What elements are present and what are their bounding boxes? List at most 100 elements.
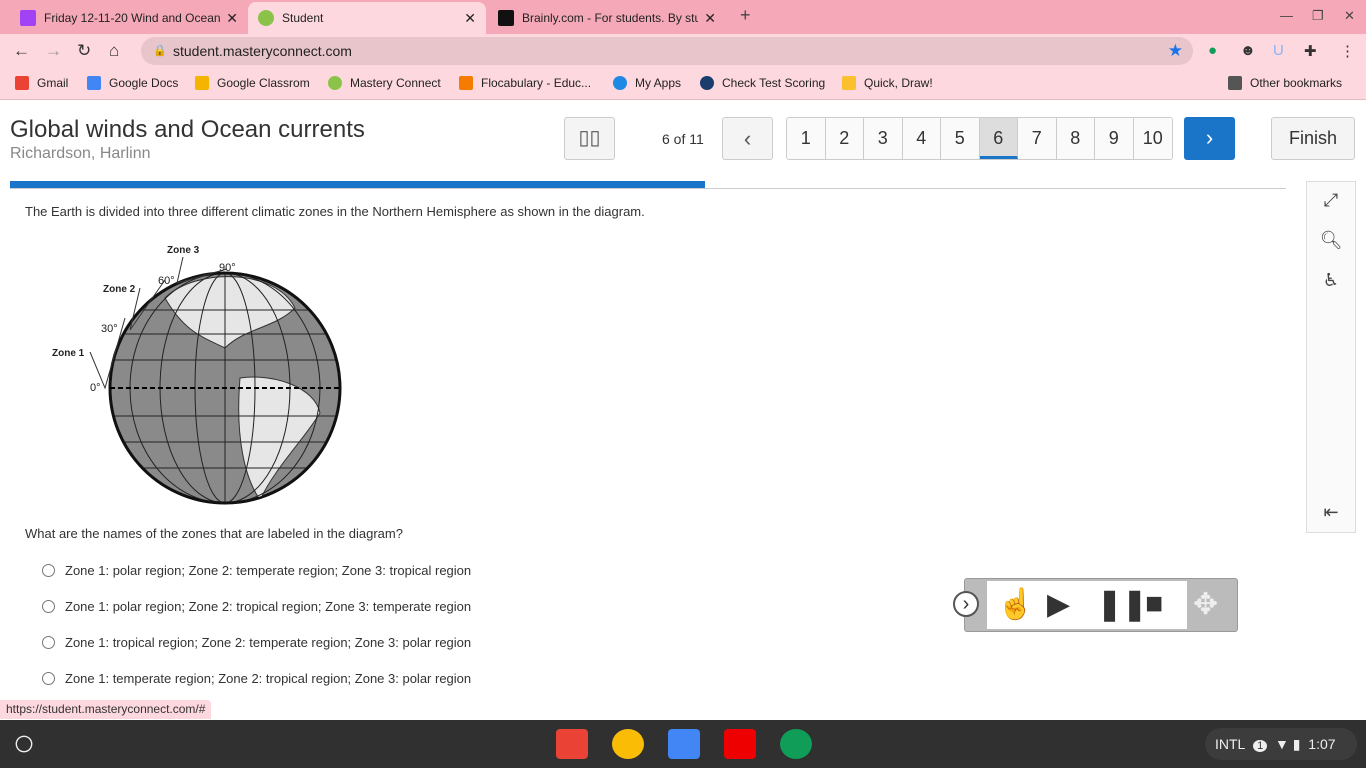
answer-option-4[interactable]: Zone 1: temperate region; Zone 2: tropic… bbox=[42, 671, 471, 686]
finish-button[interactable]: Finish bbox=[1271, 117, 1355, 160]
zone3-label: Zone 3 bbox=[167, 245, 200, 256]
page-button-8[interactable]: 8 bbox=[1056, 118, 1095, 159]
my-apps-icon bbox=[613, 76, 627, 90]
classroom-icon bbox=[20, 10, 36, 26]
restore-button[interactable]: ❐ bbox=[1312, 8, 1324, 24]
hangouts-app-icon[interactable] bbox=[780, 729, 812, 759]
question-intro: The Earth is divided into three differen… bbox=[25, 204, 645, 219]
check-icon bbox=[700, 76, 714, 90]
home-button[interactable]: ⌂ bbox=[109, 41, 119, 61]
other-bookmarks[interactable]: Other bookmarks bbox=[1228, 76, 1342, 90]
browser-toolbar: ← → ↻ ⌂ 🔒 student.masteryconnect.com ★ ● ☻… bbox=[0, 34, 1366, 68]
degree-0-label: 0° bbox=[90, 382, 101, 394]
play-icon[interactable]: ▶ bbox=[1047, 587, 1070, 622]
bookmark-mastery-connect[interactable]: Mastery Connect bbox=[328, 76, 441, 90]
page-button-4[interactable]: 4 bbox=[902, 118, 941, 159]
menu-icon[interactable]: ⋮ bbox=[1340, 42, 1355, 60]
page-button-2[interactable]: 2 bbox=[825, 118, 864, 159]
battery-icon: ▮ bbox=[1292, 736, 1301, 752]
bookmark-my-apps[interactable]: My Apps bbox=[613, 76, 681, 90]
pause-button[interactable]: ▯▯ bbox=[564, 117, 615, 160]
page-button-5[interactable]: 5 bbox=[941, 118, 980, 159]
reload-button[interactable]: ↻ bbox=[77, 41, 91, 61]
page-button-6[interactable]: 6 bbox=[979, 118, 1018, 159]
tab-brainly[interactable]: Brainly.com - For students. By students.… bbox=[488, 2, 726, 34]
accessibility-icon[interactable]: ♿︎ bbox=[1307, 270, 1355, 291]
system-tray[interactable]: INTL 1 ▼ ▮ 1:07 bbox=[1205, 728, 1357, 760]
progress-fill bbox=[10, 181, 706, 188]
text-to-speech-toolbar: › ☝ ▶ ❚❚ ■ ✥ bbox=[953, 578, 1238, 632]
collapse-icon[interactable]: ⇤ bbox=[1307, 502, 1355, 523]
gmail-app-icon[interactable] bbox=[556, 729, 588, 759]
next-button[interactable]: › bbox=[1184, 117, 1235, 160]
extensions-puzzle-icon[interactable]: ✚ bbox=[1304, 42, 1317, 60]
option-label: Zone 1: polar region; Zone 2: tropical r… bbox=[65, 599, 472, 614]
docs-app-icon[interactable] bbox=[668, 729, 700, 759]
close-icon[interactable]: ✕ bbox=[704, 10, 716, 27]
collapse-chevron-icon[interactable]: › bbox=[953, 591, 979, 617]
answer-option-1[interactable]: Zone 1: polar region; Zone 2: temperate … bbox=[42, 563, 471, 578]
chrome-app-icon[interactable] bbox=[612, 729, 644, 759]
close-window-button[interactable]: ✕ bbox=[1344, 8, 1355, 24]
launcher-button[interactable] bbox=[15, 735, 33, 753]
extension-clip-icon[interactable]: U bbox=[1273, 42, 1284, 59]
minimize-button[interactable]: — bbox=[1280, 8, 1293, 23]
bookmark-label: Check Test Scoring bbox=[722, 76, 826, 90]
radio-button[interactable] bbox=[42, 600, 55, 613]
page-navigation: 1 2 3 4 5 6 7 8 9 10 bbox=[786, 117, 1173, 160]
brainly-icon bbox=[498, 10, 514, 26]
page-button-3[interactable]: 3 bbox=[864, 118, 903, 159]
lock-icon: 🔒 bbox=[153, 45, 167, 57]
status-url: https://student.masteryconnect.com/# bbox=[0, 700, 212, 719]
docs-icon bbox=[87, 76, 101, 90]
bookmark-google-classroom[interactable]: Google Classrom bbox=[195, 76, 310, 90]
page-button-1[interactable]: 1 bbox=[787, 118, 826, 159]
tab-classroom[interactable]: Friday 12-11-20 Wind and Ocean ✕ bbox=[10, 2, 248, 34]
youtube-app-icon[interactable] bbox=[724, 729, 756, 759]
tab-title: Friday 12-11-20 Wind and Ocean bbox=[44, 11, 221, 25]
forward-button[interactable]: → bbox=[45, 41, 62, 61]
question-prompt: What are the names of the zones that are… bbox=[25, 526, 403, 541]
radio-button[interactable] bbox=[42, 636, 55, 649]
page-button-9[interactable]: 9 bbox=[1095, 118, 1134, 159]
bookmark-gmail[interactable]: Gmail bbox=[15, 76, 68, 90]
radio-button[interactable] bbox=[42, 672, 55, 685]
magnifier-icon[interactable]: 🔍︎ bbox=[1307, 230, 1355, 251]
expand-icon[interactable]: ⤢ bbox=[1307, 190, 1355, 211]
notification-count: 1 bbox=[1253, 740, 1268, 752]
tab-strip: Friday 12-11-20 Wind and Ocean ✕ Student ✕… bbox=[0, 0, 1366, 34]
close-icon[interactable]: ✕ bbox=[464, 10, 476, 27]
bookmark-google-docs[interactable]: Google Docs bbox=[87, 76, 178, 90]
radio-button[interactable] bbox=[42, 564, 55, 577]
hand-pointer-icon[interactable]: ☝ bbox=[997, 587, 1034, 622]
tab-title: Student bbox=[282, 11, 324, 25]
bookmark-label: Quick, Draw! bbox=[864, 76, 933, 90]
extension-mask-icon[interactable]: ☻ bbox=[1240, 42, 1256, 59]
zone1-label: Zone 1 bbox=[52, 348, 85, 359]
previous-button[interactable]: ‹ bbox=[722, 117, 773, 160]
close-icon[interactable]: ✕ bbox=[226, 10, 238, 27]
degree-90-label: 90° bbox=[219, 262, 236, 274]
os-shelf: INTL 1 ▼ ▮ 1:07 bbox=[0, 720, 1366, 768]
mastery-icon bbox=[328, 76, 342, 90]
bookmark-quick-draw[interactable]: Quick, Draw! bbox=[842, 76, 933, 90]
extension-hangouts-icon[interactable]: ● bbox=[1208, 42, 1217, 59]
bookmark-check-test-scoring[interactable]: Check Test Scoring bbox=[700, 76, 825, 90]
bookmark-flocabulary[interactable]: Flocabulary - Educ... bbox=[459, 76, 591, 90]
stop-icon[interactable]: ■ bbox=[1145, 587, 1163, 621]
page-button-7[interactable]: 7 bbox=[1018, 118, 1057, 159]
answer-option-3[interactable]: Zone 1: tropical region; Zone 2: tempera… bbox=[42, 635, 471, 650]
bookmark-label: Google Docs bbox=[109, 76, 179, 90]
bookmark-label: Gmail bbox=[37, 76, 69, 90]
back-button[interactable]: ← bbox=[13, 41, 30, 61]
new-tab-button[interactable]: + bbox=[740, 5, 751, 26]
tab-student[interactable]: Student ✕ bbox=[248, 2, 486, 34]
page-button-10[interactable]: 10 bbox=[1133, 118, 1172, 159]
pause-icon[interactable]: ❚❚ bbox=[1097, 587, 1147, 622]
bookmark-star-icon[interactable]: ★ bbox=[1168, 37, 1183, 65]
mastery-icon bbox=[258, 10, 274, 26]
flocabulary-icon bbox=[459, 76, 473, 90]
answer-option-2[interactable]: Zone 1: polar region; Zone 2: tropical r… bbox=[42, 599, 471, 614]
move-handle-icon[interactable]: ✥ bbox=[1193, 587, 1218, 622]
address-bar[interactable]: 🔒 student.masteryconnect.com ★ bbox=[141, 37, 1193, 65]
